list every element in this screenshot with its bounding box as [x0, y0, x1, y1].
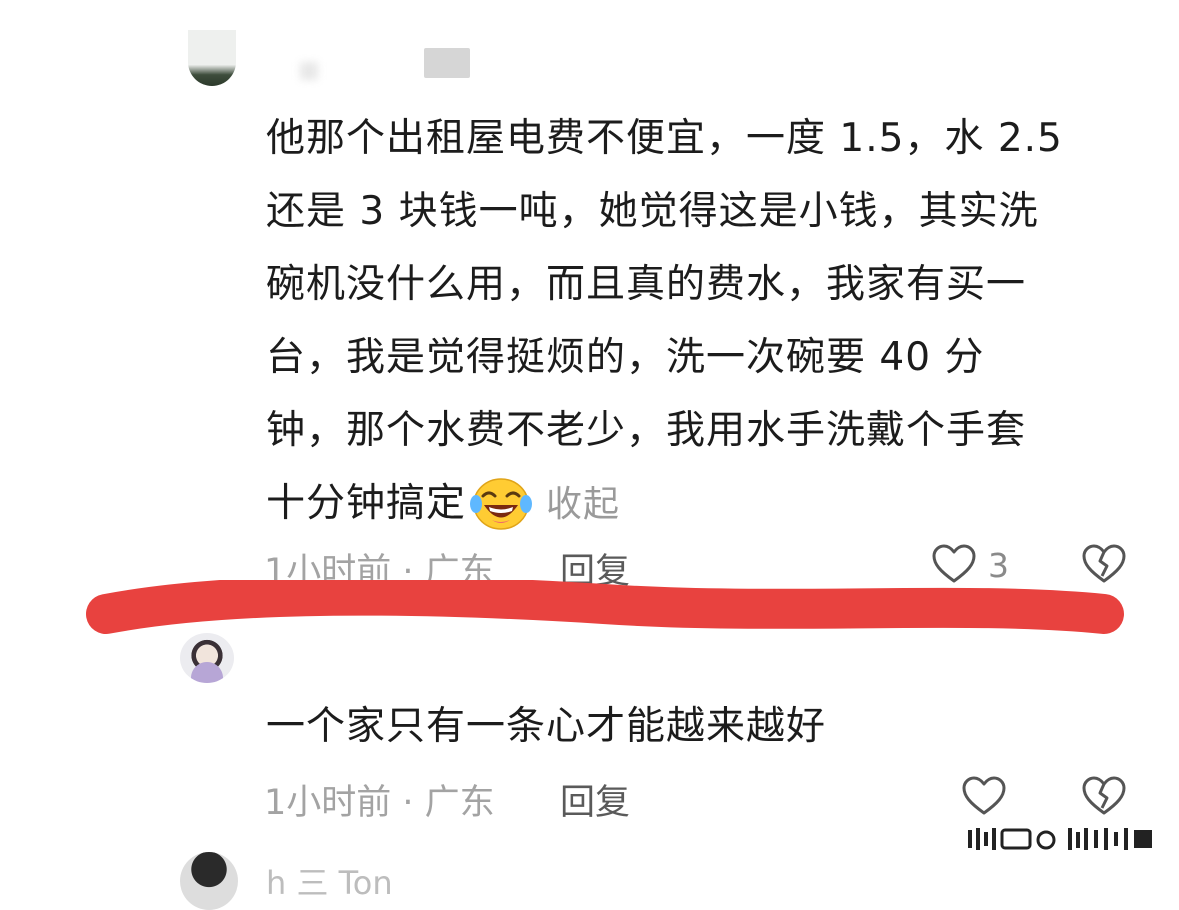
reply-button[interactable]: 回复 — [560, 774, 630, 825]
like-button[interactable] — [960, 772, 1008, 820]
comment-line: 碗机没什么用，而且真的费水，我家有买一 — [266, 262, 1027, 307]
comment-line: 还是 3 块钱一吨，她觉得这是小钱，其实洗 — [266, 189, 1039, 234]
comment-line: 他那个出租屋电费不便宜，一度 1.5，水 2.5 — [266, 116, 1063, 161]
comment-text: 他那个出租屋电费不便宜，一度 1.5，水 2.5 还是 3 块钱一吨，她觉得这是… — [266, 102, 1126, 541]
avatar[interactable] — [180, 633, 234, 683]
comment-line-last: 十分钟搞定 收起 — [266, 467, 1126, 541]
broken-heart-icon — [1082, 776, 1126, 815]
avatar[interactable] — [180, 852, 238, 910]
dislike-button[interactable] — [1080, 772, 1128, 820]
comment-text: 一个家只有一条心才能越来越好 — [266, 704, 827, 749]
watermark-logo — [968, 828, 1152, 850]
comment-line-text: 十分钟搞定 — [266, 481, 467, 526]
username: h 三 Ton — [266, 864, 393, 902]
laughing-tears-emoji-icon — [470, 474, 533, 532]
username-redacted — [424, 48, 470, 78]
comment-meta: 1小时前 · 广东 — [264, 783, 495, 823]
red-highlight-stroke — [86, 580, 1124, 634]
collapse-link[interactable]: 收起 — [546, 484, 620, 525]
avatar[interactable] — [188, 30, 236, 86]
username-redacted — [300, 62, 318, 80]
comment-line: 台，我是觉得挺烦的，洗一次碗要 40 分 — [266, 335, 985, 380]
heart-icon — [962, 776, 1006, 815]
comment-line: 钟，那个水费不老少，我用水手洗戴个手套 — [266, 408, 1027, 453]
